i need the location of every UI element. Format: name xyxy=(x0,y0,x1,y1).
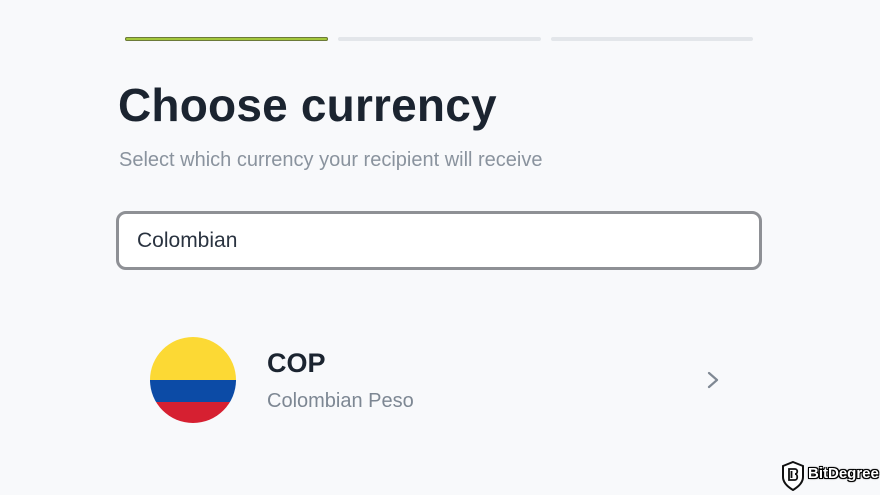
progress-steps xyxy=(125,37,753,41)
page-title: Choose currency xyxy=(118,79,497,131)
page-subtitle: Select which currency your recipient wil… xyxy=(119,149,543,171)
currency-search-field[interactable] xyxy=(116,211,762,270)
chevron-right-icon xyxy=(702,368,724,392)
bitdegree-watermark: BitDegree xyxy=(781,461,879,491)
progress-step-3 xyxy=(551,37,753,41)
progress-step-1 xyxy=(125,37,328,41)
colombia-flag-icon xyxy=(150,337,236,423)
bitdegree-shield-icon xyxy=(782,461,804,491)
progress-step-2 xyxy=(338,37,541,41)
currency-result-item[interactable]: COP Colombian Peso xyxy=(140,326,740,436)
currency-code: COP xyxy=(267,348,326,378)
brand-name: BitDegree xyxy=(808,465,879,482)
currency-name: Colombian Peso xyxy=(267,390,414,412)
currency-search-input[interactable] xyxy=(137,222,737,260)
